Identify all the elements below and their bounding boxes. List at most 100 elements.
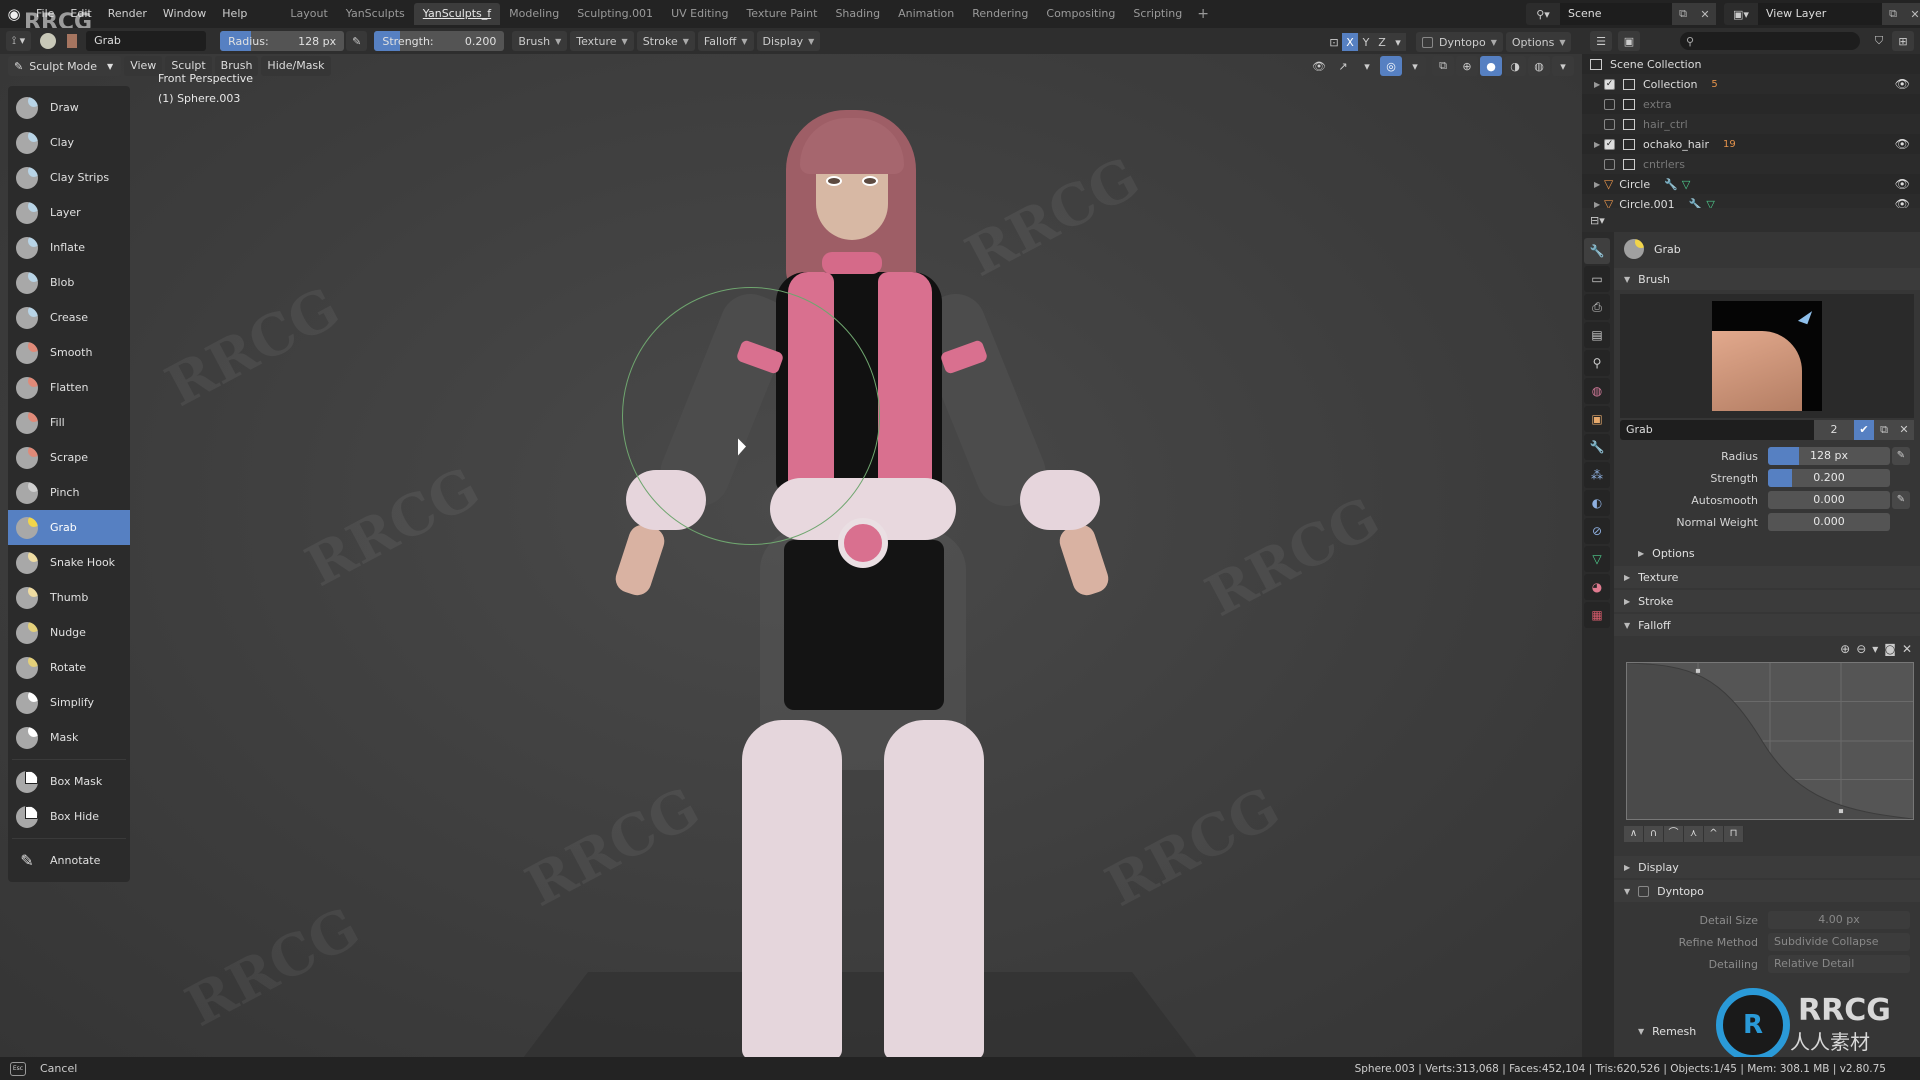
editor-type-icon[interactable]: ⊟▾ bbox=[1590, 214, 1605, 227]
tool-pinch[interactable]: Pinch bbox=[8, 475, 130, 510]
outliner-row[interactable]: cntrlers bbox=[1582, 154, 1920, 174]
tab-layout[interactable]: Layout bbox=[281, 3, 336, 25]
tab-sculpting-001[interactable]: Sculpting.001 bbox=[568, 3, 662, 25]
tool-draw[interactable]: Draw bbox=[8, 90, 130, 125]
options-dropdown[interactable]: Options ▼ bbox=[1505, 32, 1572, 52]
tool-clay-strips[interactable]: Clay Strips bbox=[8, 160, 130, 195]
display-panel-header[interactable]: ▶ Display bbox=[1614, 856, 1920, 878]
unlink-brush-icon[interactable]: ✕ bbox=[1894, 420, 1914, 440]
zoom-out-icon[interactable]: ⊖ bbox=[1856, 642, 1866, 656]
filter-icon[interactable]: ⛉ bbox=[1868, 31, 1890, 51]
delete-scene-button[interactable]: ✕ bbox=[1694, 3, 1716, 25]
fake-user-shield-icon[interactable]: ✔ bbox=[1854, 420, 1874, 440]
tab-object-data-icon[interactable]: ▽ bbox=[1584, 546, 1610, 572]
field-slider[interactable]: 0.000 bbox=[1768, 491, 1890, 509]
tool-icon-button[interactable]: ⟟ ▾ bbox=[6, 31, 32, 51]
clipping-icon[interactable]: ◙ bbox=[1884, 642, 1896, 656]
texture-slot-icon[interactable] bbox=[65, 31, 79, 51]
visibility-eye-icon[interactable]: 👁 bbox=[1895, 177, 1910, 191]
falloff-panel-header[interactable]: ▼ Falloff bbox=[1614, 614, 1920, 636]
scene-name-field[interactable]: Scene bbox=[1560, 3, 1672, 25]
tool-snake-hook[interactable]: Snake Hook bbox=[8, 545, 130, 580]
visibility-eye-icon[interactable]: 👁 bbox=[1895, 77, 1910, 91]
field-slider[interactable]: 128 px bbox=[1768, 447, 1890, 465]
expand-arrow-icon[interactable]: ▶ bbox=[1594, 180, 1604, 189]
scene-icon[interactable]: ⚲▾ bbox=[1526, 3, 1560, 25]
options-subpanel-header[interactable]: ▶ Options bbox=[1614, 542, 1920, 564]
curve-tools-chevron[interactable]: ▾ bbox=[1872, 642, 1878, 656]
tab-view-layer-icon[interactable]: ▤ bbox=[1584, 322, 1610, 348]
outliner-row[interactable]: ▶ ▽ Circle 🔧 ▽ 👁 bbox=[1582, 174, 1920, 194]
tool-scrape[interactable]: Scrape bbox=[8, 440, 130, 475]
symmetry-options-chevron[interactable]: ▾ bbox=[1390, 33, 1406, 51]
falloff-dropdown[interactable]: Falloff ▼ bbox=[697, 31, 754, 51]
tab-yansculpts[interactable]: YanSculpts bbox=[337, 3, 414, 25]
new-scene-button[interactable]: ⧉ bbox=[1672, 3, 1694, 25]
view-layer-field[interactable]: View Layer bbox=[1758, 3, 1882, 25]
tab-modeling[interactable]: Modeling bbox=[500, 3, 568, 25]
tab-scene-icon[interactable]: ⚲ bbox=[1584, 350, 1610, 376]
tab-compositing[interactable]: Compositing bbox=[1037, 3, 1124, 25]
tool-mask[interactable]: Mask bbox=[8, 720, 130, 755]
tab-texture-paint[interactable]: Texture Paint bbox=[737, 3, 826, 25]
reset-curve-icon[interactable]: ✕ bbox=[1902, 642, 1912, 656]
outliner-row[interactable]: ▶ ✓ Collection 5 👁 bbox=[1582, 74, 1920, 94]
tool-inflate[interactable]: Inflate bbox=[8, 230, 130, 265]
falloff-curve-widget[interactable] bbox=[1626, 662, 1914, 820]
tab-shading[interactable]: Shading bbox=[826, 3, 889, 25]
tab-yansculpts-f[interactable]: YanSculpts_f bbox=[413, 3, 501, 25]
new-collection-icon[interactable]: ⊞ bbox=[1892, 31, 1914, 51]
display-dropdown[interactable]: Display ▼ bbox=[756, 31, 821, 51]
delete-view-layer-button[interactable]: ✕ bbox=[1904, 3, 1920, 25]
mesh-data-icon[interactable]: ▽ bbox=[1682, 178, 1690, 191]
tab-rendering[interactable]: Rendering bbox=[963, 3, 1037, 25]
visibility-eye-icon[interactable]: 👁 bbox=[1895, 137, 1910, 151]
tab-object-icon[interactable]: ▣ bbox=[1584, 406, 1610, 432]
tool-grab[interactable]: Grab bbox=[8, 510, 130, 545]
brush-name-field[interactable]: Grab bbox=[86, 31, 207, 51]
brush-dropdown[interactable]: Brush ▼ bbox=[512, 31, 568, 51]
axis-y-toggle[interactable]: Y bbox=[1358, 33, 1374, 51]
modifier-icon[interactable]: 🔧 bbox=[1664, 178, 1678, 191]
outliner-row[interactable]: hair_ctrl bbox=[1582, 114, 1920, 134]
tab-modifiers-icon[interactable]: 🔧 bbox=[1584, 434, 1610, 460]
tool-crease[interactable]: Crease bbox=[8, 300, 130, 335]
exclude-checkbox[interactable] bbox=[1604, 118, 1615, 130]
pressure-toggle-icon[interactable]: ✎ bbox=[1892, 491, 1910, 509]
tab-uv-editing[interactable]: UV Editing bbox=[662, 3, 737, 25]
field-slider[interactable]: 0.000 bbox=[1768, 513, 1890, 531]
menu-help[interactable]: Help bbox=[214, 0, 255, 28]
preset-root-icon[interactable]: ⌒ bbox=[1664, 826, 1684, 842]
radius-slider[interactable]: Radius: 128 px bbox=[220, 31, 345, 51]
tool-rotate[interactable]: Rotate bbox=[8, 650, 130, 685]
outliner-search-input[interactable]: ⚲ bbox=[1680, 32, 1860, 50]
tab-material-icon[interactable]: ◕ bbox=[1584, 574, 1610, 600]
detailing-select[interactable]: Relative Detail bbox=[1768, 955, 1910, 973]
tab-output-icon[interactable]: ⎙ bbox=[1584, 294, 1610, 320]
tab-constraints-icon[interactable]: ⊘ bbox=[1584, 518, 1610, 544]
brush-user-count[interactable]: 2 bbox=[1814, 420, 1854, 440]
strength-slider[interactable]: Strength: 0.200 bbox=[374, 31, 505, 51]
expand-arrow-icon[interactable]: ▶ bbox=[1594, 80, 1604, 89]
tab-animation[interactable]: Animation bbox=[889, 3, 963, 25]
editor-type-icon[interactable]: ☰ bbox=[1590, 31, 1612, 51]
tab-render-icon[interactable]: ▭ bbox=[1584, 266, 1610, 292]
tool-simplify[interactable]: Simplify bbox=[8, 685, 130, 720]
preset-sphere-icon[interactable]: ∩ bbox=[1644, 826, 1664, 842]
expand-arrow-icon[interactable]: ▶ bbox=[1594, 140, 1604, 149]
tool-box-mask[interactable]: Box Mask bbox=[8, 764, 130, 799]
tab-texture-icon[interactable]: ▦ bbox=[1584, 602, 1610, 628]
tab-active-tool-icon[interactable]: 🔧 bbox=[1584, 238, 1610, 264]
tool-clay[interactable]: Clay bbox=[8, 125, 130, 160]
duplicate-brush-icon[interactable]: ⧉ bbox=[1874, 420, 1894, 440]
view-layer-icon[interactable]: ▣▾ bbox=[1724, 3, 1758, 25]
tab-particles-icon[interactable]: ⁂ bbox=[1584, 462, 1610, 488]
preset-sharp-icon[interactable]: ⋏ bbox=[1684, 826, 1704, 842]
exclude-checkbox[interactable] bbox=[1604, 158, 1615, 170]
dyntopo-checkbox[interactable] bbox=[1638, 885, 1650, 897]
curve-point[interactable] bbox=[1838, 809, 1844, 814]
dyntopo-checkbox[interactable] bbox=[1422, 36, 1433, 48]
tool-smooth[interactable]: Smooth bbox=[8, 335, 130, 370]
sculpt-model[interactable] bbox=[0, 54, 1582, 1057]
dyntopo-panel-header[interactable]: ▼ Dyntopo bbox=[1614, 880, 1920, 902]
